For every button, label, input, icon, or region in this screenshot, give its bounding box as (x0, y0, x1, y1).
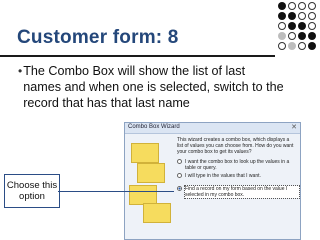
dot (308, 2, 316, 10)
radio-button[interactable] (177, 159, 182, 164)
dot (308, 32, 316, 40)
dot (288, 32, 296, 40)
dot (278, 32, 286, 40)
radio-button[interactable] (177, 186, 182, 191)
option-label: I want the combo box to look up the valu… (185, 159, 290, 171)
wizard-intro-text: This wizard creates a combo box, which d… (177, 137, 294, 155)
sticky-note-illustration (129, 185, 157, 205)
sticky-note-illustration (137, 163, 165, 183)
dot (308, 22, 316, 30)
option-label: I will type in the values that I want. (185, 173, 261, 179)
wizard-title: Combo Box Wizard (128, 124, 180, 130)
dot (308, 12, 316, 20)
option-label: Find a record on my form based on the va… (184, 185, 300, 199)
dot (298, 12, 306, 20)
dot (288, 42, 296, 50)
wizard-titlebar: Combo Box Wizard ✕ (125, 123, 300, 134)
option-find-record[interactable]: Find a record on my form based on the va… (177, 185, 300, 199)
callout-arrow (58, 191, 174, 192)
callout-box: Choose this option (4, 174, 60, 208)
sticky-note-illustration (131, 143, 159, 163)
title-underline (0, 55, 275, 57)
dot (278, 22, 286, 30)
dot (278, 12, 286, 20)
dot (298, 32, 306, 40)
dot (298, 2, 306, 10)
dot (298, 22, 306, 30)
option-type-values[interactable]: I will type in the values that I want. (177, 173, 299, 179)
sticky-note-illustration (143, 203, 171, 223)
dot (308, 42, 316, 50)
close-icon[interactable]: ✕ (291, 123, 297, 131)
dot (288, 22, 296, 30)
bullet-item: • The Combo Box will show the list of la… (18, 63, 286, 111)
dot (288, 12, 296, 20)
bullet-text: The Combo Box will show the list of last… (23, 64, 284, 110)
dot (298, 42, 306, 50)
option-lookup-table[interactable]: I want the combo box to look up the valu… (177, 159, 299, 171)
combo-box-wizard-screenshot: Combo Box Wizard ✕ This wizard creates a… (124, 122, 301, 240)
radio-button[interactable] (177, 173, 182, 178)
dot (278, 42, 286, 50)
dot (288, 2, 296, 10)
decorative-dot-grid (276, 2, 320, 56)
dot (278, 2, 286, 10)
page-title: Customer form: 8 (17, 27, 179, 48)
